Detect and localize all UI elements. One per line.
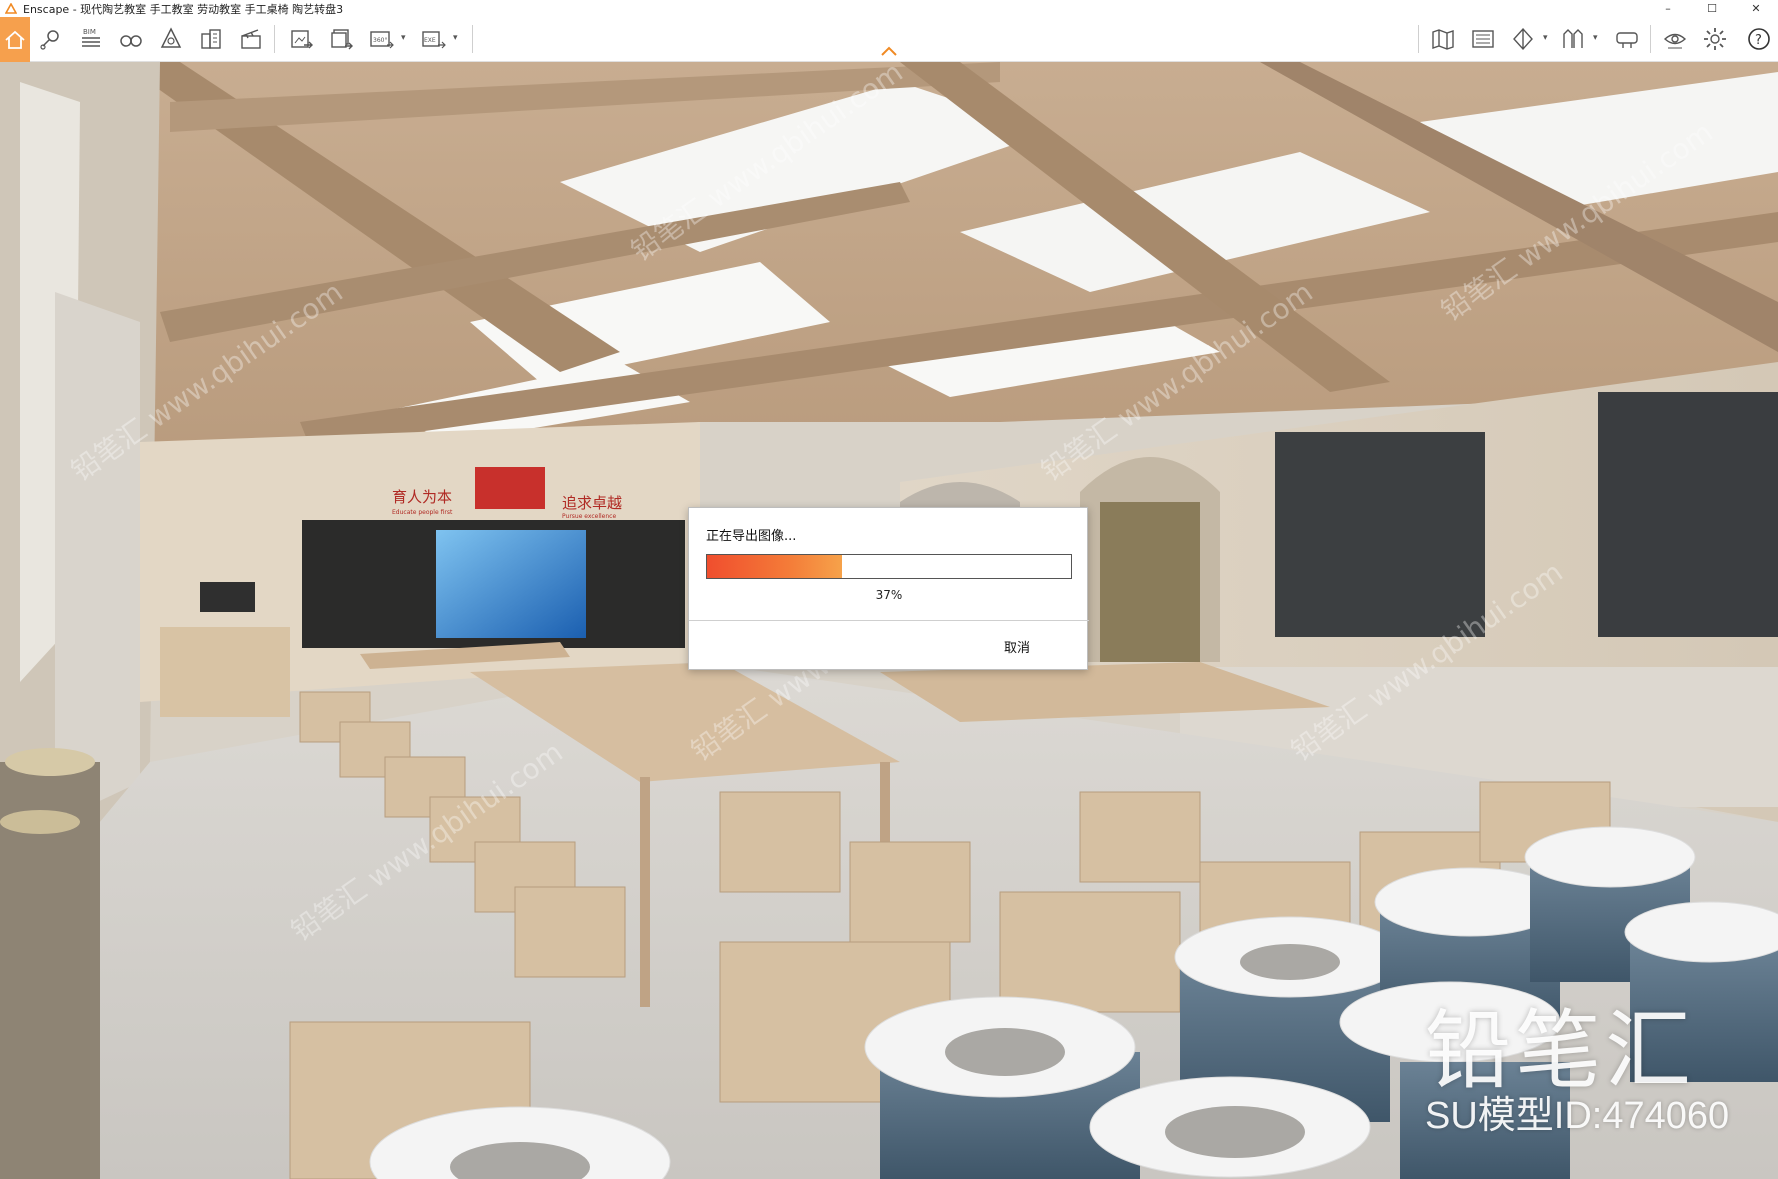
vr-headset-button[interactable] [1610,21,1644,57]
batch-render-icon [331,29,353,50]
settings-gear-icon [1704,28,1726,50]
dialog-title: 正在导出图像... [706,529,797,544]
export-progress-bar [706,554,1072,579]
bim-button[interactable]: BIM [74,21,108,57]
view-management-icon [40,30,59,50]
export-exe-button[interactable]: EXE [416,21,450,57]
svg-text:育人为本: 育人为本 [392,488,452,506]
collaboration-dropdown-icon[interactable]: ▾ [1593,33,1598,43]
map-button[interactable] [1426,21,1460,57]
export-image-button[interactable] [284,21,318,57]
window-controls: – ☐ ✕ [1646,0,1778,17]
home-icon [5,30,25,49]
close-button[interactable]: ✕ [1734,0,1778,17]
asset-library-button[interactable] [154,21,188,57]
collaboration-button[interactable] [1556,21,1590,57]
atmosphere-icon [1472,30,1494,48]
svg-text:EXE: EXE [424,37,436,44]
view-toggle-button[interactable] [1658,21,1692,57]
batch-render-button[interactable] [324,21,358,57]
chevron-up-icon[interactable] [880,45,898,57]
video-editor-icon [241,29,261,49]
export-dropdown-icon[interactable]: ▾ [453,33,458,43]
progress-fill [707,555,842,578]
watermark-model-id: SU模型ID:474060 [1425,1095,1730,1137]
window-title: Enscape - 现代陶艺教室 手工教室 劳动教室 手工桌椅 陶艺转盘3 [23,2,344,16]
vr-headset-icon [1616,32,1638,48]
toolbar-separator [274,25,275,53]
visual-settings-button[interactable] [1506,21,1540,57]
progress-percent: 37% [875,588,903,602]
svg-text:BIM: BIM [83,28,96,36]
video-editor-button[interactable] [234,21,268,57]
help-icon: ? [1748,28,1770,50]
map-icon [1432,29,1454,50]
dialog-divider [689,620,1089,621]
panorama-360-icon: 360° [370,31,394,49]
material-editor-icon [201,29,221,49]
svg-text:Pursue excellence: Pursue excellence [562,513,616,520]
export-image-icon [291,30,313,49]
binoculars-button[interactable] [114,21,148,57]
panorama-dropdown-icon[interactable]: ▾ [401,33,406,43]
view-toggle-icon [1663,33,1687,49]
maximize-button[interactable]: ☐ [1690,0,1734,17]
asset-library-icon [160,27,182,48]
toolbar-separator [472,25,473,53]
home-button[interactable] [0,17,30,62]
atmosphere-button[interactable] [1466,21,1500,57]
minimize-button[interactable]: – [1646,0,1690,17]
material-editor-button[interactable] [194,21,228,57]
enscape-logo-icon [4,2,18,16]
export-exe-icon: EXE [422,31,446,49]
svg-text:?: ? [1755,33,1762,48]
enscape-toolbar: BIM 360° ▾ EXE ▾ ▾ ▾ ? [0,17,1778,62]
svg-text:追求卓越: 追求卓越 [562,494,622,512]
bim-icon: BIM [82,28,100,47]
help-button[interactable]: ? [1742,21,1776,57]
view-management-button[interactable] [34,21,68,57]
visual-settings-icon [1513,27,1533,51]
export-progress-dialog: 正在导出图像... 37% 取消 [688,507,1089,670]
binoculars-icon [120,35,142,47]
settings-button[interactable] [1698,21,1732,57]
smartboard-screen [436,530,586,638]
visual-dropdown-icon[interactable]: ▾ [1543,33,1548,43]
toolbar-separator [1418,25,1419,53]
collaboration-icon [1563,29,1583,48]
title-bar: Enscape - 现代陶艺教室 手工教室 劳动教室 手工桌椅 陶艺转盘3 – … [0,0,1778,17]
svg-text:360°: 360° [373,37,387,44]
panorama-360-button[interactable]: 360° [364,21,398,57]
toolbar-separator [1650,25,1651,53]
svg-text:Educate people first: Educate people first [392,509,453,516]
cancel-button[interactable]: 取消 [1004,637,1030,656]
